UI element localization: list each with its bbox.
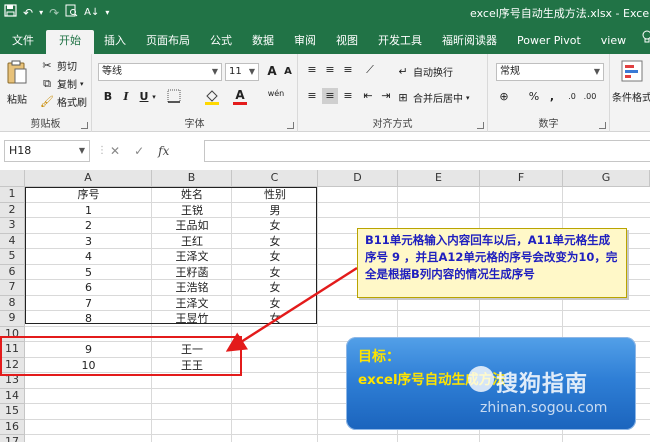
watermark-logo: 搜狗指南 — [496, 372, 589, 397]
watermark-url: zhinan.sogou.com — [480, 400, 608, 416]
callout-note: B11单元格输入内容回车以后，A11单元格生成序号 9 ，并且A12单元格的序号… — [357, 228, 627, 298]
target-title: 目标： — [358, 349, 400, 365]
sogou-paw-icon — [468, 366, 494, 392]
